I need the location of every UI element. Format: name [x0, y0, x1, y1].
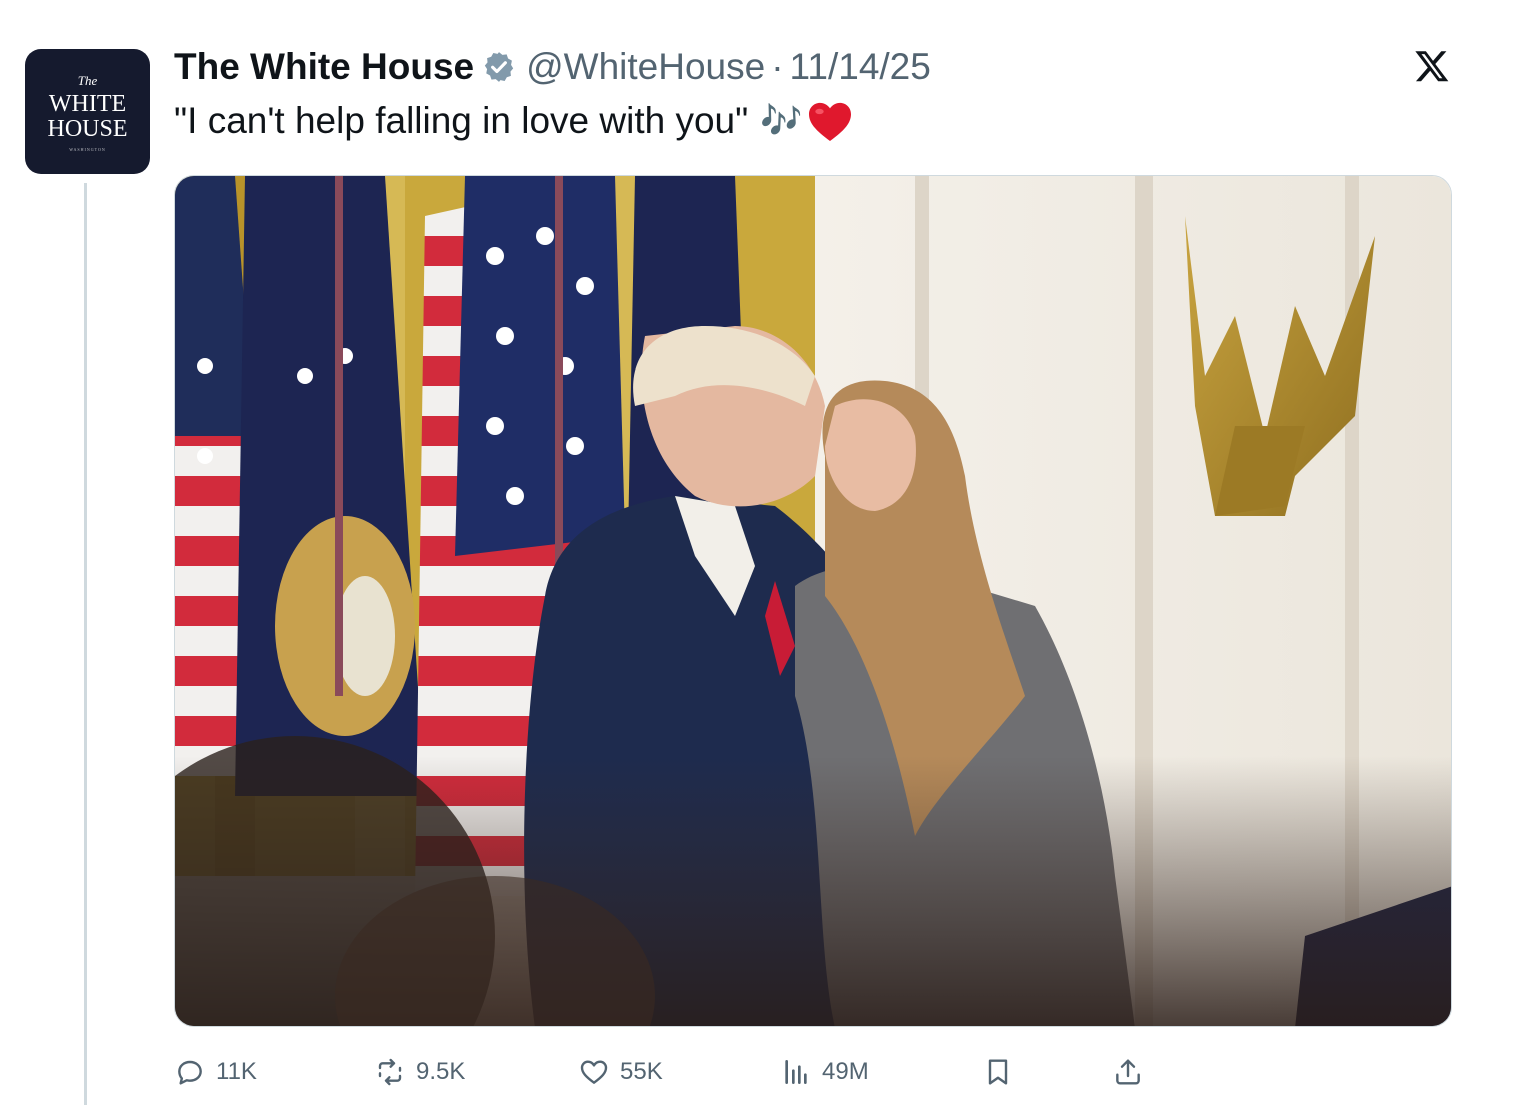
views-button[interactable]: 49M: [780, 1050, 869, 1094]
bookmark-button[interactable]: [982, 1050, 1014, 1094]
verified-badge-icon: [484, 52, 514, 82]
x-logo-icon[interactable]: [1414, 48, 1450, 84]
share-icon: [1116, 1059, 1140, 1085]
like-count: 55K: [620, 1058, 663, 1085]
share-button[interactable]: [1112, 1050, 1144, 1094]
tweet-date[interactable]: 11/14/25: [790, 46, 931, 88]
musical-notes-emoji: 🎶: [760, 102, 803, 140]
views-icon: [785, 1060, 807, 1084]
account-name[interactable]: The White House: [174, 46, 474, 88]
thread-line: [84, 183, 87, 1105]
avatar-line-washington: WASHINGTON: [69, 147, 106, 152]
avatar[interactable]: The WHITE HOUSE WASHINGTON: [25, 49, 150, 174]
repost-count: 9.5K: [416, 1058, 466, 1085]
reply-icon: [178, 1060, 202, 1085]
heart-emoji-icon: [808, 102, 851, 142]
tweet-actions: 11K 9.5K 55K 49M: [174, 1050, 1174, 1094]
avatar-line-house: HOUSE: [47, 116, 128, 142]
reply-count: 11K: [216, 1058, 257, 1085]
views-count: 49M: [822, 1058, 869, 1085]
like-button[interactable]: 55K: [578, 1050, 663, 1094]
repost-button[interactable]: 9.5K: [374, 1050, 465, 1094]
reply-button[interactable]: 11K: [174, 1050, 257, 1094]
tweet-header: The White House @WhiteHouse · 11/14/25: [174, 44, 931, 90]
like-icon: [580, 1060, 608, 1084]
photo-illustration: [175, 176, 1451, 1026]
account-handle[interactable]: @WhiteHouse: [526, 46, 765, 88]
separator-dot: ·: [771, 46, 784, 87]
bookmark-icon: [988, 1059, 1008, 1085]
tweet-text: "I can't help falling in love with you" …: [174, 100, 853, 142]
avatar-line-white: WHITE: [48, 91, 127, 117]
tweet-text-content: "I can't help falling in love with you": [174, 100, 749, 141]
repost-icon: [378, 1058, 402, 1086]
tweet-photo[interactable]: [174, 175, 1452, 1027]
avatar-the: The: [77, 73, 98, 88]
